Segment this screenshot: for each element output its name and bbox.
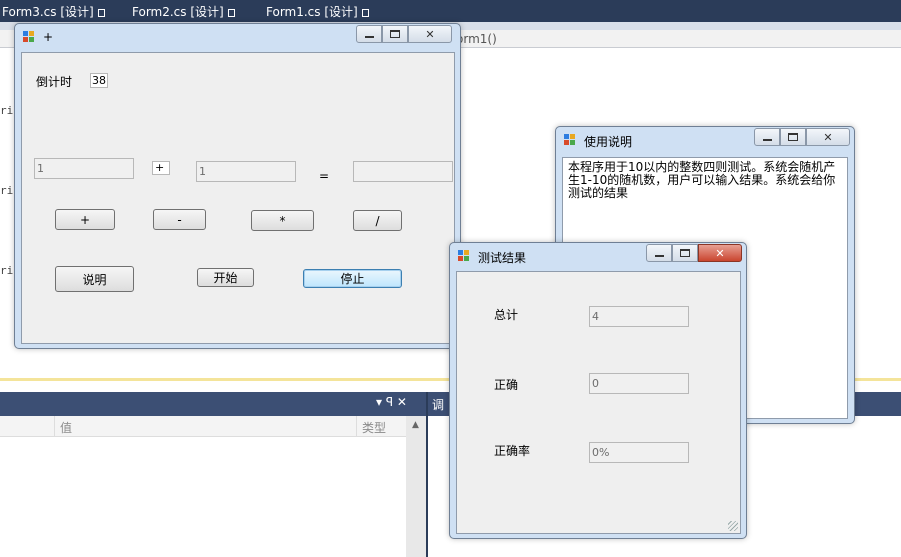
window-title: 使用说明 (584, 135, 633, 149)
minimize-button[interactable] (356, 25, 382, 43)
maximize-icon (680, 249, 690, 257)
app-icon (458, 250, 470, 262)
rate-label: 正确率 (494, 444, 531, 458)
lock-icon (97, 9, 105, 17)
app-icon (564, 134, 576, 146)
close-icon: ✕ (425, 27, 435, 41)
plus-button[interactable]: + (55, 209, 115, 230)
minus-button[interactable]: - (153, 209, 206, 230)
window-titlebar[interactable]: + ✕ (15, 24, 460, 50)
ide-tab-bar: Form3.cs [设计] Form2.cs [设计] Form1.cs [设计… (0, 0, 901, 22)
tab-label: Form1.cs [设计] (266, 5, 358, 19)
locals-panel-header: ▾ ꟼ ✕ (0, 392, 426, 416)
close-icon: ✕ (715, 246, 725, 260)
maximize-button[interactable] (780, 128, 806, 146)
window-titlebar[interactable]: 使用说明 ✕ (556, 127, 854, 153)
column-header-value[interactable]: 值 (60, 419, 72, 436)
rate-field: 0% (589, 442, 689, 463)
divide-button[interactable]: / (353, 210, 402, 231)
stop-button[interactable]: 停止 (303, 269, 402, 288)
close-icon: ✕ (823, 130, 833, 144)
multiply-button[interactable]: * (251, 210, 314, 231)
window-title: + (43, 30, 54, 44)
caption-buttons: ✕ (754, 128, 850, 146)
column-headers: 值 类型 (0, 416, 406, 437)
start-button[interactable]: 开始 (197, 268, 254, 287)
equals-label: = (319, 169, 330, 183)
lock-icon (227, 9, 235, 17)
tab-label: Form2.cs [设计] (132, 5, 224, 19)
locals-panel: 值 类型 ▲ (0, 416, 426, 557)
scroll-up-icon[interactable]: ▲ (412, 420, 419, 430)
vertical-scrollbar[interactable]: ▲ (406, 416, 426, 557)
close-button[interactable]: ✕ (698, 244, 742, 262)
tab-form1[interactable]: Form1.cs [设计] (266, 3, 369, 20)
minimize-icon (762, 138, 772, 141)
member-dropdown[interactable]: orm1() (456, 32, 497, 46)
countdown-label: 倒计时 (36, 75, 73, 89)
column-header-type[interactable]: 类型 (362, 419, 386, 436)
tab-form2[interactable]: Form2.cs [设计] (132, 3, 235, 20)
caption-buttons: ✕ (356, 25, 452, 43)
countdown-value: 38 (90, 73, 108, 88)
code-fragment: ri (0, 104, 14, 117)
maximize-icon (788, 133, 798, 141)
lock-icon (361, 9, 369, 17)
operand2-field[interactable]: 1 (196, 161, 296, 182)
total-field: 4 (589, 306, 689, 327)
window-title: 测试结果 (478, 251, 527, 265)
code-fragment: ri (0, 184, 14, 197)
calculator-window: + ✕ 倒计时 38 1 + 1 = + - * / 说明 开始 停止 (14, 23, 461, 349)
code-fragment: ri (0, 264, 14, 277)
panel-window-controls[interactable]: ▾ ꟼ ✕ (376, 395, 407, 409)
window-titlebar[interactable]: 测试结果 ✕ (450, 243, 746, 269)
total-label: 总计 (494, 308, 519, 322)
minimize-button[interactable] (646, 244, 672, 262)
correct-field: 0 (589, 373, 689, 394)
minimize-button[interactable] (754, 128, 780, 146)
correct-label: 正确 (494, 378, 519, 392)
maximize-button[interactable] (382, 25, 408, 43)
panel-title: 调 (432, 398, 445, 412)
maximize-button[interactable] (672, 244, 698, 262)
column-divider[interactable] (54, 416, 55, 437)
caption-buttons: ✕ (646, 244, 742, 262)
help-button[interactable]: 说明 (55, 266, 134, 292)
minimize-icon (364, 35, 374, 38)
window-client-area: 总计 4 正确 0 正确率 0% (456, 271, 741, 534)
tab-form3[interactable]: Form3.cs [设计] (2, 3, 105, 20)
operand1-field[interactable]: 1 (34, 158, 134, 179)
maximize-icon (390, 30, 400, 38)
window-client-area: 倒计时 38 1 + 1 = + - * / 说明 开始 停止 (21, 52, 455, 344)
answer-input[interactable] (353, 161, 453, 182)
app-icon (23, 31, 35, 43)
minimize-icon (654, 254, 664, 257)
operator-field: + (152, 161, 170, 175)
resize-grip[interactable] (728, 521, 738, 531)
close-button[interactable]: ✕ (806, 128, 850, 146)
column-divider[interactable] (356, 416, 357, 437)
close-button[interactable]: ✕ (408, 25, 452, 43)
tab-label: Form3.cs [设计] (2, 5, 94, 19)
results-window: 测试结果 ✕ 总计 4 正确 0 正确率 0% (449, 242, 747, 539)
